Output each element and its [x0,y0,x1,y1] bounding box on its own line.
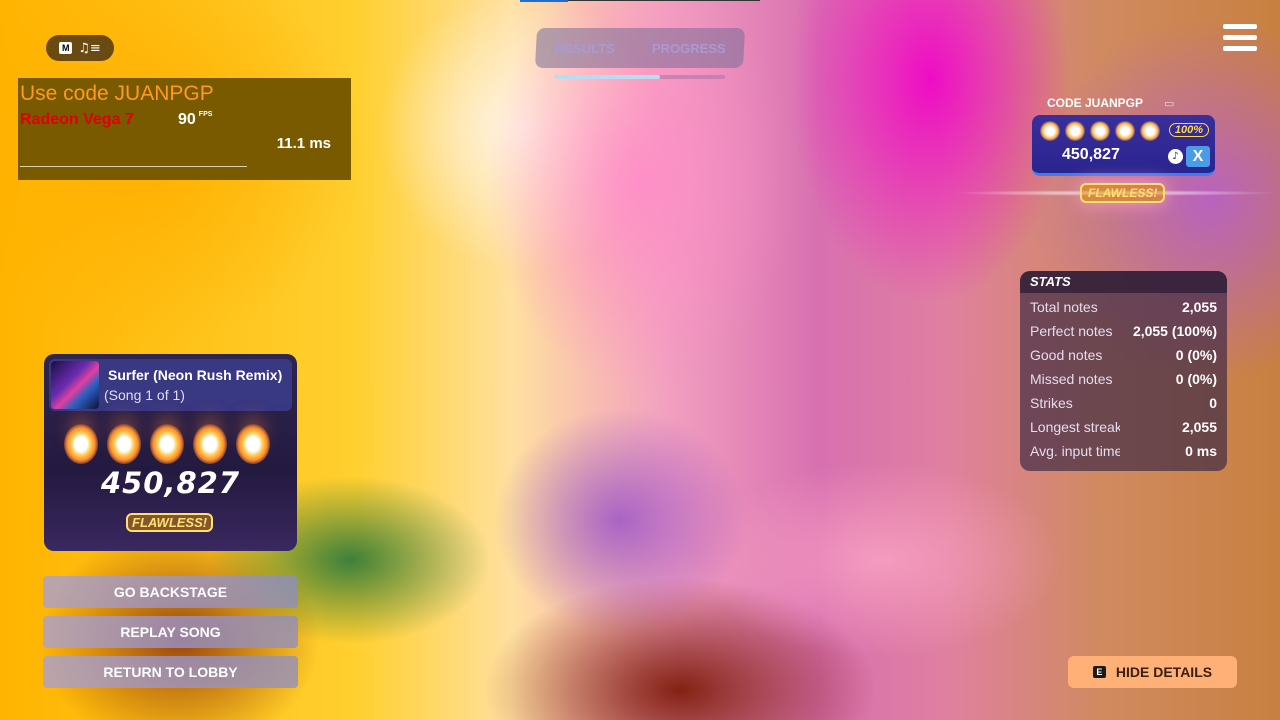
player-rating-badge: FLAWLESS! [1080,183,1166,203]
stat-label: Longest streak [1030,419,1120,435]
fps-value: 90 [178,111,196,128]
key-hint-e: E [1092,666,1106,678]
song-title: Surfer (Neon Rush Remix) [108,367,283,383]
song-rating-badge: FLAWLESS! [126,513,214,532]
star-icon: ★ [1040,121,1060,141]
tab-results[interactable]: RESULTS [555,41,615,56]
song-header: Surfer (Neon Rush Remix) (Song 1 of 1) [49,359,292,411]
frame-time: 11.1 ms [276,135,331,152]
song-stars: ★ ★ ★ ★ ★ [64,424,270,464]
stat-value: 0 [1209,395,1217,411]
promo-code-text: Use code JUANPGP [20,82,214,105]
menu-icon-bar [1223,35,1257,40]
stat-label: Good notes [1030,347,1103,363]
stat-row: Total notes 2,055 [1020,293,1227,317]
player-stars: ★ ★ ★ ★ ★ [1040,121,1160,141]
hide-details-button[interactable]: E HIDE DETAILS [1068,656,1237,688]
stat-row: Missed notes 0 (0%) [1020,365,1227,389]
player-name: CODE JUANPGP [1047,96,1144,110]
accuracy-badge: 100% [1168,123,1209,137]
stat-value: 2,055 [1181,419,1217,435]
tab-progress-bar [555,75,725,79]
star-icon: ★ [64,424,98,464]
stat-value: 0 (0%) [1175,371,1217,387]
player-score-card: ★ ★ ★ ★ ★ 100% 450,827 ♪ X [1032,115,1215,176]
stat-label: Strikes [1030,395,1073,411]
stats-title: STATS [1020,271,1227,293]
results-tabs: RESULTS PROGRESS [534,28,746,68]
platform-icon: ▭ [1164,97,1175,110]
stat-row: Perfect notes 2,055 (100%) [1020,317,1227,341]
stat-row: Good notes 0 (0%) [1020,341,1227,365]
stat-label: Avg. input time [1030,443,1120,459]
top-progress-fill [520,0,568,2]
stat-value: 0 (0%) [1175,347,1217,363]
replay-song-button[interactable]: REPLAY SONG [43,616,298,648]
stat-row: Longest streak 2,055 [1020,413,1227,437]
star-icon: ★ [1090,121,1110,141]
menu-icon-bar [1223,46,1257,51]
fps-unit: FPS [198,111,213,118]
stat-row: Avg. input time 0 ms [1020,437,1227,461]
fps-counter: 90 FPS [178,111,212,129]
star-icon: ★ [236,424,270,464]
difficulty-badge: X [1186,146,1210,167]
star-icon: ★ [1115,121,1135,141]
frame-time-graph [20,166,247,167]
performance-overlay: Use code JUANPGP Radeon Vega 7 90 FPS 11.… [18,78,351,180]
star-icon: ★ [193,424,227,464]
instrument-icon: ♪ [1168,149,1183,164]
song-count: (Song 1 of 1) [104,387,185,403]
music-queue-button[interactable]: M ♫≡ [46,35,114,61]
go-backstage-button[interactable]: GO BACKSTAGE [43,576,298,608]
album-art [51,361,99,409]
stats-panel: STATS Total notes 2,055 Perfect notes 2,05… [1020,271,1227,471]
return-to-lobby-button[interactable]: RETURN TO LOBBY [43,656,298,688]
star-icon: ★ [150,424,184,464]
stat-label: Perfect notes [1030,323,1113,339]
tab-progress-fill [555,75,661,79]
stat-row: Strikes 0 [1020,389,1227,413]
stat-value: 2,055 [1181,299,1217,315]
stat-value: 2,055 (100%) [1132,323,1217,339]
star-icon: ★ [107,424,141,464]
star-icon: ★ [1140,121,1160,141]
gpu-name: Radeon Vega 7 [20,111,134,128]
stat-label: Missed notes [1030,371,1113,387]
menu-icon [1223,24,1257,29]
star-icon: ★ [1065,121,1085,141]
song-score: 450,827 [100,466,241,500]
player-score: 450,827 [1062,146,1120,163]
tab-progress[interactable]: PROGRESS [652,41,726,56]
song-result-card: Surfer (Neon Rush Remix) (Song 1 of 1) ★… [44,354,297,551]
key-hint-m: M [59,42,73,54]
music-queue-icon: ♫≡ [78,40,101,56]
menu-button[interactable] [1223,24,1257,52]
stat-value: 0 ms [1185,443,1217,459]
stat-label: Total notes [1030,299,1098,315]
hide-details-label: HIDE DETAILS [1115,664,1213,680]
